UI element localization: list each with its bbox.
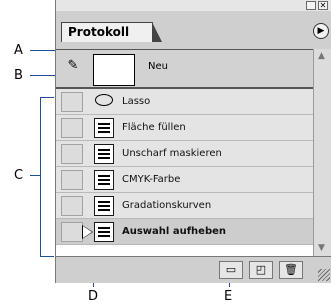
history-item[interactable]: CMYK-Farbe bbox=[56, 167, 313, 193]
lasso-icon bbox=[94, 92, 114, 112]
callout-c-top bbox=[40, 97, 54, 98]
history-item[interactable]: Lasso bbox=[56, 89, 313, 115]
callout-a: A bbox=[14, 43, 23, 58]
history-item[interactable]: Fläche füllen bbox=[56, 115, 313, 141]
history-item-label: Lasso bbox=[122, 96, 151, 107]
history-state-icon bbox=[94, 118, 114, 138]
scrollbar[interactable]: ▲ ▼ bbox=[313, 49, 331, 256]
history-state-slider-fill bbox=[83, 226, 92, 238]
panel-menu-button[interactable]: ▶ bbox=[313, 23, 329, 39]
close-button[interactable]: ✕ bbox=[318, 1, 328, 10]
scroll-up-icon[interactable]: ▲ bbox=[318, 51, 325, 61]
history-brush-icon[interactable]: ✎ bbox=[65, 59, 81, 73]
history-item[interactable]: Gradationskurven bbox=[56, 193, 313, 219]
callout-c-bracket bbox=[40, 97, 41, 257]
history-source-box[interactable] bbox=[61, 170, 83, 190]
snapshot-row[interactable]: ✎ Neu bbox=[56, 50, 313, 89]
history-source-box[interactable] bbox=[61, 222, 83, 242]
history-item-label: CMYK-Farbe bbox=[122, 174, 181, 185]
history-panel: ✕ Protokoll ▶ ✎ Neu Lasso Fläche füllen … bbox=[55, 0, 331, 283]
new-snapshot-icon[interactable]: ◰ bbox=[249, 261, 273, 279]
resize-grip[interactable] bbox=[318, 269, 330, 281]
history-source-box[interactable] bbox=[61, 196, 83, 216]
history-item-label: Fläche füllen bbox=[122, 122, 186, 133]
history-list: ✎ Neu Lasso Fläche füllen Unscharf maski… bbox=[56, 49, 313, 256]
history-state-icon bbox=[94, 222, 114, 242]
history-item-label: Unscharf maskieren bbox=[122, 148, 222, 159]
tab-protokoll[interactable]: Protokoll bbox=[61, 22, 153, 42]
history-item-label: Gradationskurven bbox=[122, 200, 212, 211]
callout-d: D bbox=[88, 289, 99, 304]
history-state-icon bbox=[94, 170, 114, 190]
history-item-label: Auswahl aufheben bbox=[122, 226, 227, 237]
history-state-icon bbox=[94, 196, 114, 216]
new-document-icon[interactable]: ▭ bbox=[219, 261, 243, 279]
scroll-down-icon[interactable]: ▼ bbox=[318, 243, 325, 253]
callout-b: B bbox=[14, 68, 23, 83]
history-source-box[interactable] bbox=[61, 92, 83, 112]
snapshot-label: Neu bbox=[148, 61, 168, 72]
panel-bottom-bar: ▭ ◰ 🗑 bbox=[56, 256, 331, 283]
history-item[interactable]: Unscharf maskieren bbox=[56, 141, 313, 167]
history-item-active[interactable]: Auswahl aufheben bbox=[56, 219, 313, 245]
trash-icon[interactable]: 🗑 bbox=[279, 261, 303, 279]
minimize-button[interactable] bbox=[306, 1, 316, 10]
callout-c: C bbox=[14, 168, 24, 183]
callout-c-stem bbox=[30, 175, 40, 176]
history-state-icon bbox=[94, 144, 114, 164]
tab-row: Protokoll ▶ bbox=[56, 11, 331, 49]
callout-e: E bbox=[224, 289, 233, 304]
snapshot-thumbnail bbox=[93, 54, 135, 86]
history-source-box[interactable] bbox=[61, 144, 83, 164]
callout-c-bottom bbox=[40, 256, 54, 257]
callout-b-line bbox=[30, 75, 57, 76]
tab-edge bbox=[152, 22, 162, 42]
history-source-box[interactable] bbox=[61, 118, 83, 138]
